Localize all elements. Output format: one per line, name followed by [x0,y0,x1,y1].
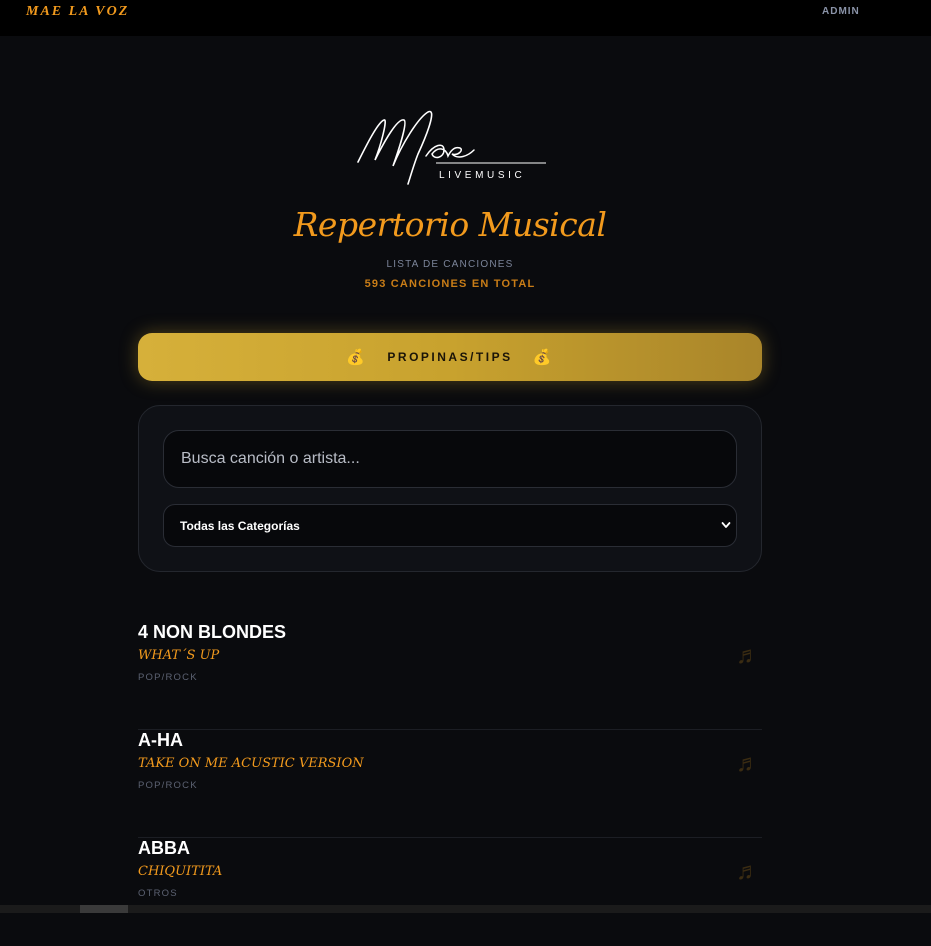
page-subtitle: LISTA DE CANCIONES [386,259,514,270]
song-item[interactable]: 4 NON BLONDES WHAT´S UP POP/ROCK ♬ [138,622,762,730]
song-category: POP/ROCK [138,672,198,683]
horizontal-scrollbar[interactable] [0,905,931,913]
category-select[interactable]: Todas las Categorías [163,504,737,547]
song-title: CHIQUITITA [138,864,223,879]
top-navbar: MAE LA VOZ ADMIN [0,0,931,36]
search-panel: Todas las Categorías [138,405,762,572]
money-bag-icon: 💰 [532,349,554,366]
logo-tagline: LIVEMUSIC [439,170,525,181]
song-artist: A-HA [138,730,183,750]
tips-button-label: PROPINAS/TIPS [387,350,513,364]
song-item[interactable]: ABBA CHIQUITITA OTROS ♬ [138,838,762,946]
brand-link[interactable]: MAE LA VOZ [26,4,129,20]
mae-livemusic-logo: LIVEMUSIC [348,100,554,190]
scrollbar-thumb[interactable] [80,905,128,913]
song-artist: ABBA [138,838,190,858]
search-input[interactable] [163,430,737,488]
song-category: OTROS [138,888,178,899]
song-title: WHAT´S UP [138,648,220,663]
money-bag-icon: 💰 [346,349,368,366]
page-title: Repertorio Musical [293,205,607,244]
song-item[interactable]: A-HA TAKE ON ME ACUSTIC VERSION POP/ROCK… [138,730,762,838]
tips-button[interactable]: 💰 PROPINAS/TIPS 💰 [138,333,762,381]
logo-graphic: LIVEMUSIC [357,110,546,185]
admin-link[interactable]: ADMIN [822,6,860,17]
song-count: 593 CANCIONES EN TOTAL [364,278,536,290]
chevron-down-icon [721,522,731,528]
music-note-icon: ♬ [736,858,760,885]
music-note-icon: ♬ [736,642,760,669]
song-title: TAKE ON ME ACUSTIC VERSION [138,756,364,771]
song-category: POP/ROCK [138,780,198,791]
song-artist: 4 NON BLONDES [138,622,287,642]
music-note-icon: ♬ [736,750,760,777]
